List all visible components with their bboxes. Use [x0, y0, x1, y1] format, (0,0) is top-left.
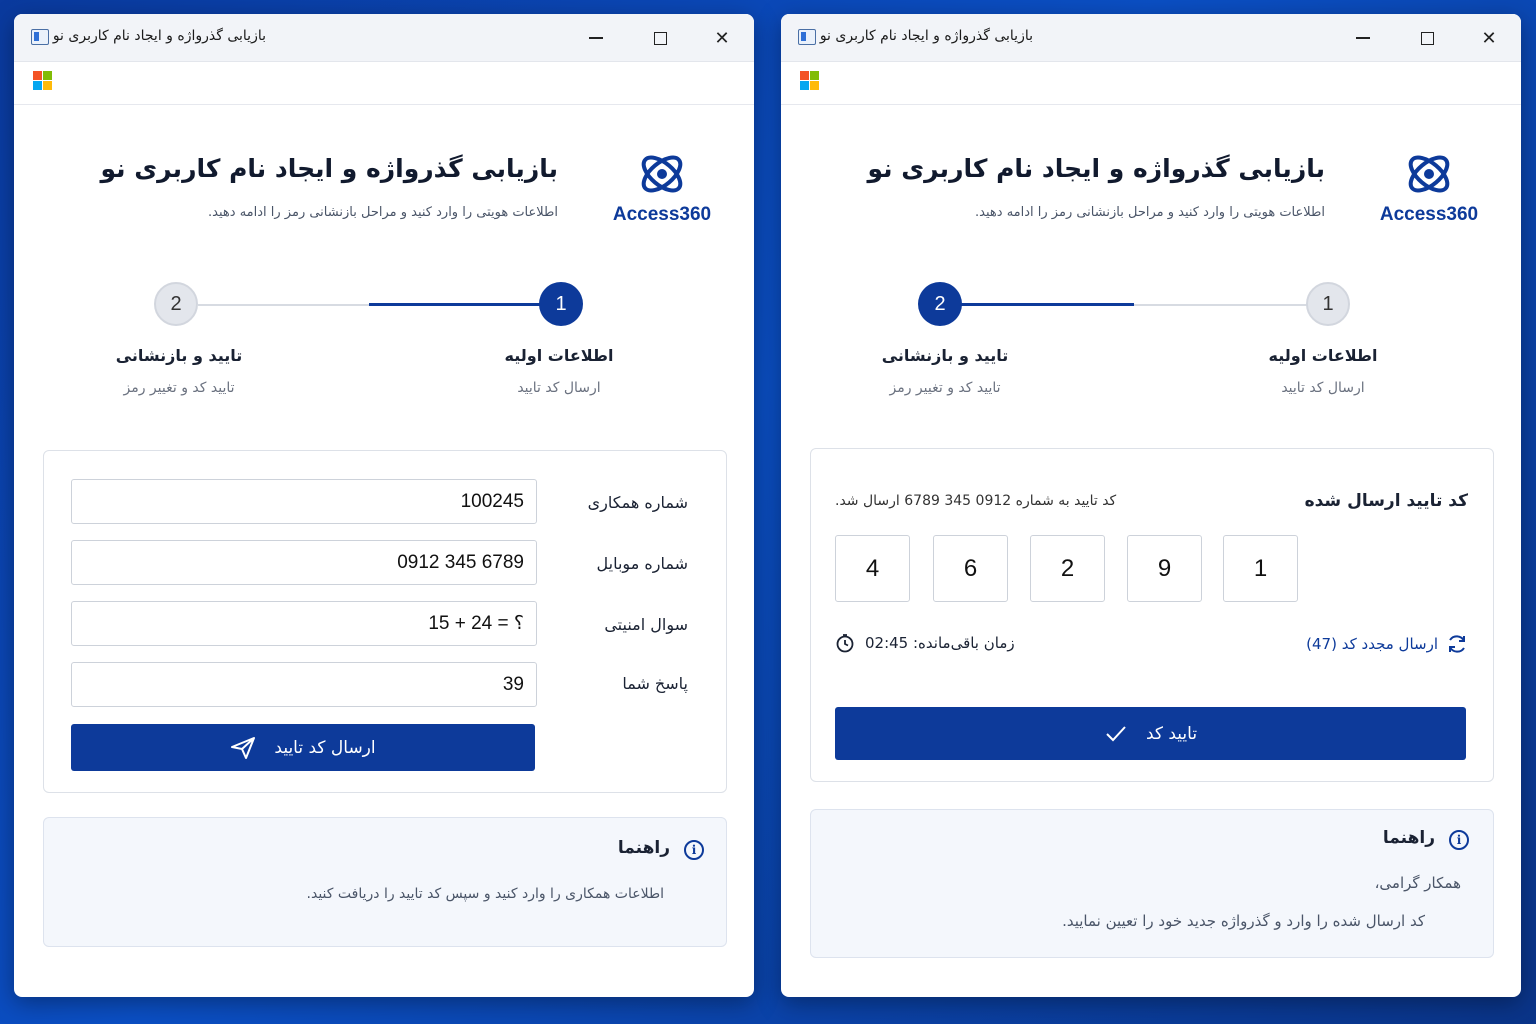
- security-question-input: 15 + 24 = ؟: [71, 601, 537, 646]
- step-1-label: اطلاعات اولیه: [1268, 346, 1378, 365]
- atom-logo-icon: [1408, 155, 1450, 193]
- brand-logo: Access360: [610, 144, 714, 244]
- answer-input[interactable]: 39: [71, 662, 537, 707]
- close-icon: ✕: [1481, 27, 1497, 49]
- guide-line-1: همکار گرامی،: [1374, 874, 1461, 892]
- mobile-label: شماره موبایل: [596, 554, 688, 573]
- app-window-icon: [31, 29, 49, 45]
- resend-code-label: ارسال مجدد کد (47): [1306, 635, 1438, 653]
- title-bar[interactable]: بازیابی گذرواژه و ایجاد نام کاربری نو ✕: [14, 14, 754, 62]
- step-1-label: اطلاعات اولیه: [504, 346, 614, 365]
- guide-panel: i راهنما اطلاعات همکاری را وارد کنید و س…: [43, 817, 727, 947]
- window-title: بازیابی گذرواژه و ایجاد نام کاربری نو: [52, 28, 266, 44]
- otp-digit-3[interactable]: 2: [1030, 535, 1105, 602]
- step-1-sublabel: ارسال کد تایید: [517, 380, 601, 396]
- maximize-icon: [653, 31, 667, 45]
- step-1-sublabel: ارسال کد تایید: [1281, 380, 1365, 396]
- employee-id-input[interactable]: 100245: [71, 479, 537, 524]
- step-1-circle[interactable]: 1: [1306, 282, 1350, 326]
- guide-panel: i راهنما همکار گرامی، کد ارسال شده را وا…: [810, 809, 1494, 958]
- guide-line-2: کد ارسال شده را وارد و گذرواژه جدید خود …: [1062, 912, 1425, 930]
- otp-digit-2[interactable]: 9: [1127, 535, 1202, 602]
- minimize-icon: [589, 37, 603, 39]
- step-1-circle[interactable]: 1: [539, 282, 583, 326]
- window-step1: بازیابی گذرواژه و ایجاد نام کاربری نو ✕ …: [14, 14, 754, 997]
- brand-name: Access360: [612, 204, 712, 225]
- resend-code-link[interactable]: ارسال مجدد کد (47): [1306, 633, 1468, 655]
- microsoft-logo-icon: [33, 71, 52, 90]
- brand-logo: Access360: [1377, 144, 1481, 244]
- step-2-circle[interactable]: 2: [154, 282, 198, 326]
- timer: زمان باقی‌مانده: 02:45: [835, 633, 1015, 653]
- otp-title: کد تایید ارسال شده: [1304, 491, 1468, 511]
- maximize-icon: [1420, 31, 1434, 45]
- mobile-input[interactable]: 0912 345 6789: [71, 540, 537, 585]
- step-2-label: تایید و بازنشانی: [881, 346, 1009, 365]
- otp-card: کد تایید ارسال شده کد تایید به شماره 091…: [810, 448, 1494, 782]
- confirm-code-label: تایید کد: [1145, 723, 1198, 744]
- close-button[interactable]: ✕: [1469, 22, 1509, 54]
- page-title: بازیابی گذرواژه و ایجاد نام کاربری نو: [100, 154, 558, 183]
- minimize-button[interactable]: [1343, 22, 1383, 54]
- title-bar[interactable]: بازیابی گذرواژه و ایجاد نام کاربری نو ✕: [781, 14, 1521, 62]
- guide-title: راهنما: [617, 838, 670, 858]
- stepper-progress-line: [961, 303, 1134, 306]
- otp-digit-4[interactable]: 6: [933, 535, 1008, 602]
- otp-digit-1[interactable]: 1: [1223, 535, 1298, 602]
- answer-label: پاسخ شما: [622, 674, 688, 693]
- send-code-button[interactable]: ارسال کد تایید: [71, 724, 535, 771]
- toolbar: [14, 62, 754, 105]
- close-icon: ✕: [714, 27, 730, 49]
- toolbar: [781, 62, 1521, 105]
- window-title: بازیابی گذرواژه و ایجاد نام کاربری نو: [819, 28, 1033, 44]
- step-2-sublabel: تایید کد و تغییر رمز: [889, 380, 1001, 396]
- confirm-code-button[interactable]: تایید کد: [835, 707, 1466, 760]
- employee-id-label: شماره همکاری: [587, 493, 688, 512]
- guide-title: راهنما: [1382, 828, 1435, 848]
- step-2-circle[interactable]: 2: [918, 282, 962, 326]
- info-icon: i: [684, 840, 704, 860]
- maximize-button[interactable]: [640, 22, 680, 54]
- check-icon: [1106, 725, 1126, 741]
- timer-label: زمان باقی‌مانده: 02:45: [865, 634, 1015, 652]
- close-button[interactable]: ✕: [702, 22, 742, 54]
- maximize-button[interactable]: [1407, 22, 1447, 54]
- send-code-label: ارسال کد تایید: [274, 737, 376, 758]
- otp-info: کد تایید به شماره 0912 345 6789 ارسال شد…: [835, 493, 1117, 509]
- minimize-button[interactable]: [576, 22, 616, 54]
- form-card: شماره همکاری 100245 شماره موبایل 0912 34…: [43, 450, 727, 793]
- atom-logo-icon: [641, 155, 683, 193]
- otp-digit-5[interactable]: 4: [835, 535, 910, 602]
- step-2-label: تایید و بازنشانی: [115, 346, 243, 365]
- refresh-icon: [1449, 635, 1465, 653]
- microsoft-logo-icon: [800, 71, 819, 90]
- app-window-icon: [798, 29, 816, 45]
- page-subtitle: اطلاعات هویتی را وارد کنید و مراحل بازنش…: [208, 205, 558, 220]
- stepper-pending-line: [198, 304, 369, 306]
- info-icon: i: [1449, 830, 1469, 850]
- clock-icon: [836, 634, 854, 653]
- page-subtitle: اطلاعات هویتی را وارد کنید و مراحل بازنش…: [975, 205, 1325, 220]
- security-question-label: سوال امنیتی: [604, 615, 688, 634]
- brand-name: Access360: [1379, 204, 1479, 225]
- guide-text: اطلاعات همکاری را وارد کنید و سپس کد تای…: [306, 886, 664, 902]
- minimize-icon: [1356, 37, 1370, 39]
- step-2-sublabel: تایید کد و تغییر رمز: [123, 380, 235, 396]
- stepper-progress-line: [369, 303, 554, 306]
- stepper-pending-line: [1134, 304, 1309, 306]
- send-icon: [231, 736, 256, 759]
- page-title: بازیابی گذرواژه و ایجاد نام کاربری نو: [867, 154, 1325, 183]
- window-step2: بازیابی گذرواژه و ایجاد نام کاربری نو ✕ …: [781, 14, 1521, 997]
